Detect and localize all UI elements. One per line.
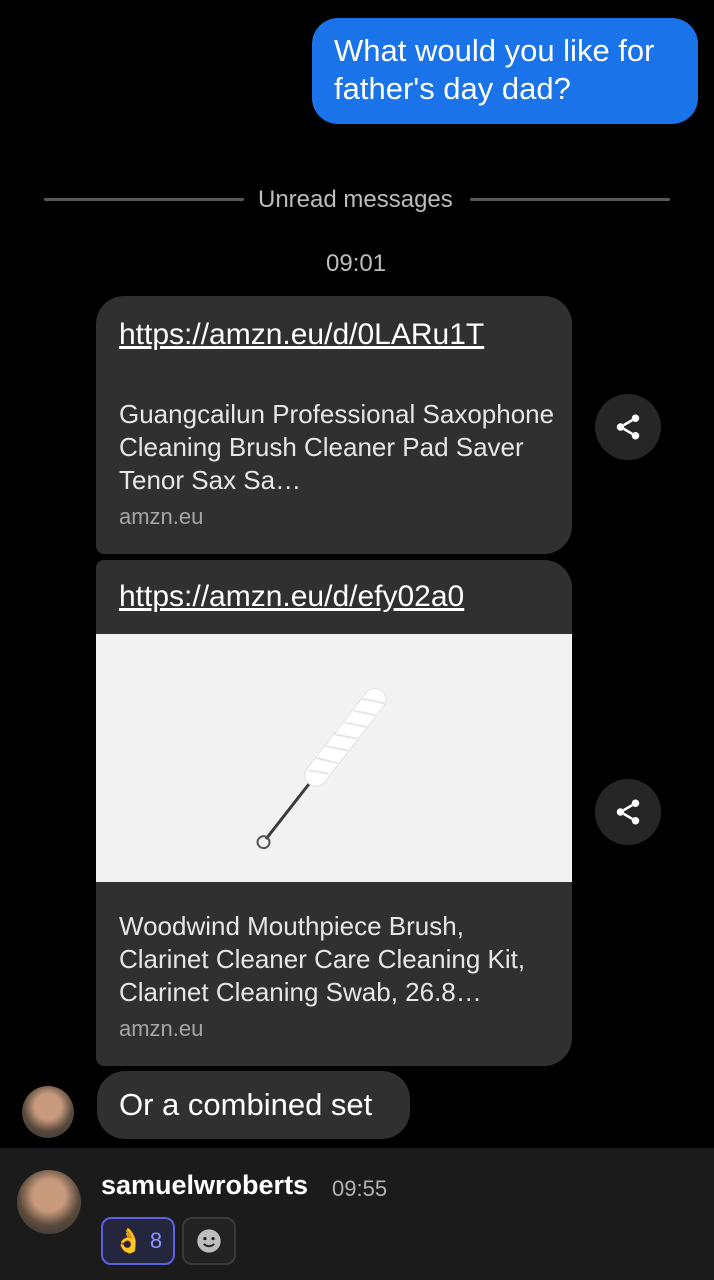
link-domain: amzn.eu — [119, 1016, 204, 1041]
share-icon — [616, 414, 640, 440]
link-title: Woodwind Mouthpiece Brush, Clarinet Clea… — [119, 911, 526, 1007]
message-header-bar: samuelwroberts 09:55 👌 8 — [0, 1148, 714, 1280]
share-button[interactable] — [595, 779, 661, 845]
link-url[interactable]: https://amzn.eu/d/efy02a0 — [119, 580, 464, 614]
reaction-ok-hand[interactable]: 👌 8 — [101, 1217, 175, 1265]
incoming-message-text: Or a combined set — [119, 1087, 373, 1122]
share-icon — [616, 799, 640, 825]
time-separator: 09:01 — [326, 250, 387, 277]
add-reaction-button[interactable] — [182, 1217, 236, 1265]
reaction-count: 8 — [149, 1228, 163, 1253]
link-preview-card[interactable]: https://amzn.eu/d/efy02a0 Woodwind Mouth… — [96, 560, 572, 1066]
sender-avatar[interactable] — [22, 1086, 74, 1138]
link-domain: amzn.eu — [119, 504, 204, 529]
username[interactable]: samuelwroberts — [101, 1170, 308, 1201]
unread-messages-label: Unread messages — [258, 186, 453, 213]
link-preview-card[interactable]: https://amzn.eu/d/0LARu1T Guangcailun Pr… — [96, 296, 572, 554]
incoming-message-bubble[interactable]: Or a combined set — [97, 1071, 410, 1139]
link-title: Guangcailun Professional Saxophone Clean… — [119, 399, 555, 495]
ok-hand-emoji: 👌 — [113, 1227, 144, 1255]
user-avatar[interactable] — [17, 1170, 81, 1234]
divider-line-right — [470, 198, 670, 201]
divider-line-left — [44, 198, 244, 201]
message-timestamp: 09:55 — [332, 1176, 388, 1201]
cleaning-brush-image — [256, 688, 387, 850]
share-button[interactable] — [595, 394, 661, 460]
smiley-icon — [197, 1229, 221, 1253]
outgoing-message-text: What would you like for father's day dad… — [334, 33, 655, 106]
product-image[interactable] — [96, 634, 572, 882]
link-url[interactable]: https://amzn.eu/d/0LARu1T — [119, 318, 484, 352]
outgoing-message-bubble[interactable]: What would you like for father's day dad… — [312, 18, 698, 124]
